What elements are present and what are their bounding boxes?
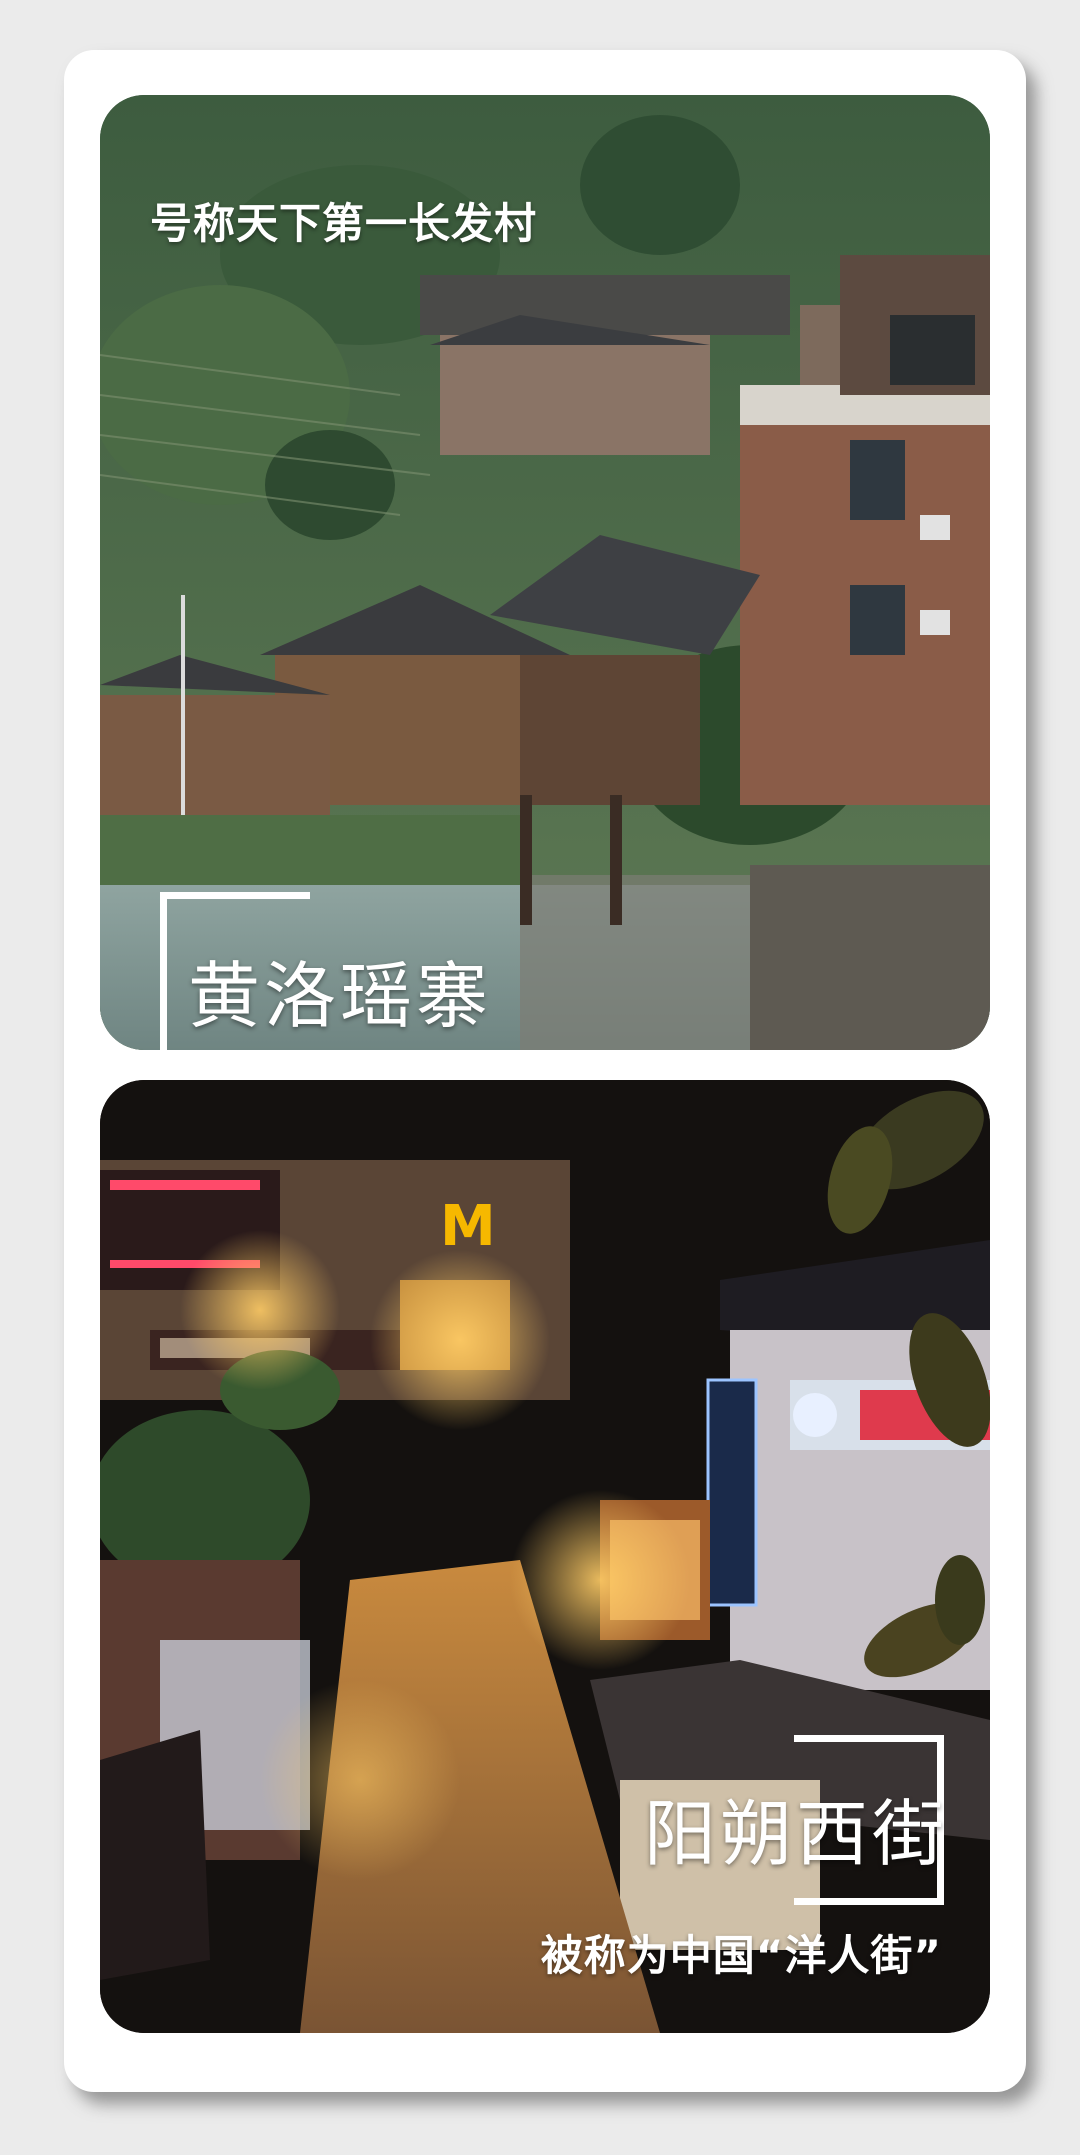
- content-card: 号称天下第一长发村 黄洛瑶寨 M 被称为中国“洋人街” 阳朔西街: [64, 50, 1026, 2092]
- street-place-name: 阳朔西街: [644, 1792, 949, 1876]
- street-caption: 被称为中国“洋人街”: [540, 1931, 942, 1980]
- svg-text:M: M: [440, 1194, 496, 1259]
- village-caption: 号称天下第一长发村: [150, 199, 538, 248]
- village-place-name: 黄洛瑶寨: [188, 954, 493, 1038]
- photo-village: 号称天下第一长发村 黄洛瑶寨: [100, 95, 990, 1050]
